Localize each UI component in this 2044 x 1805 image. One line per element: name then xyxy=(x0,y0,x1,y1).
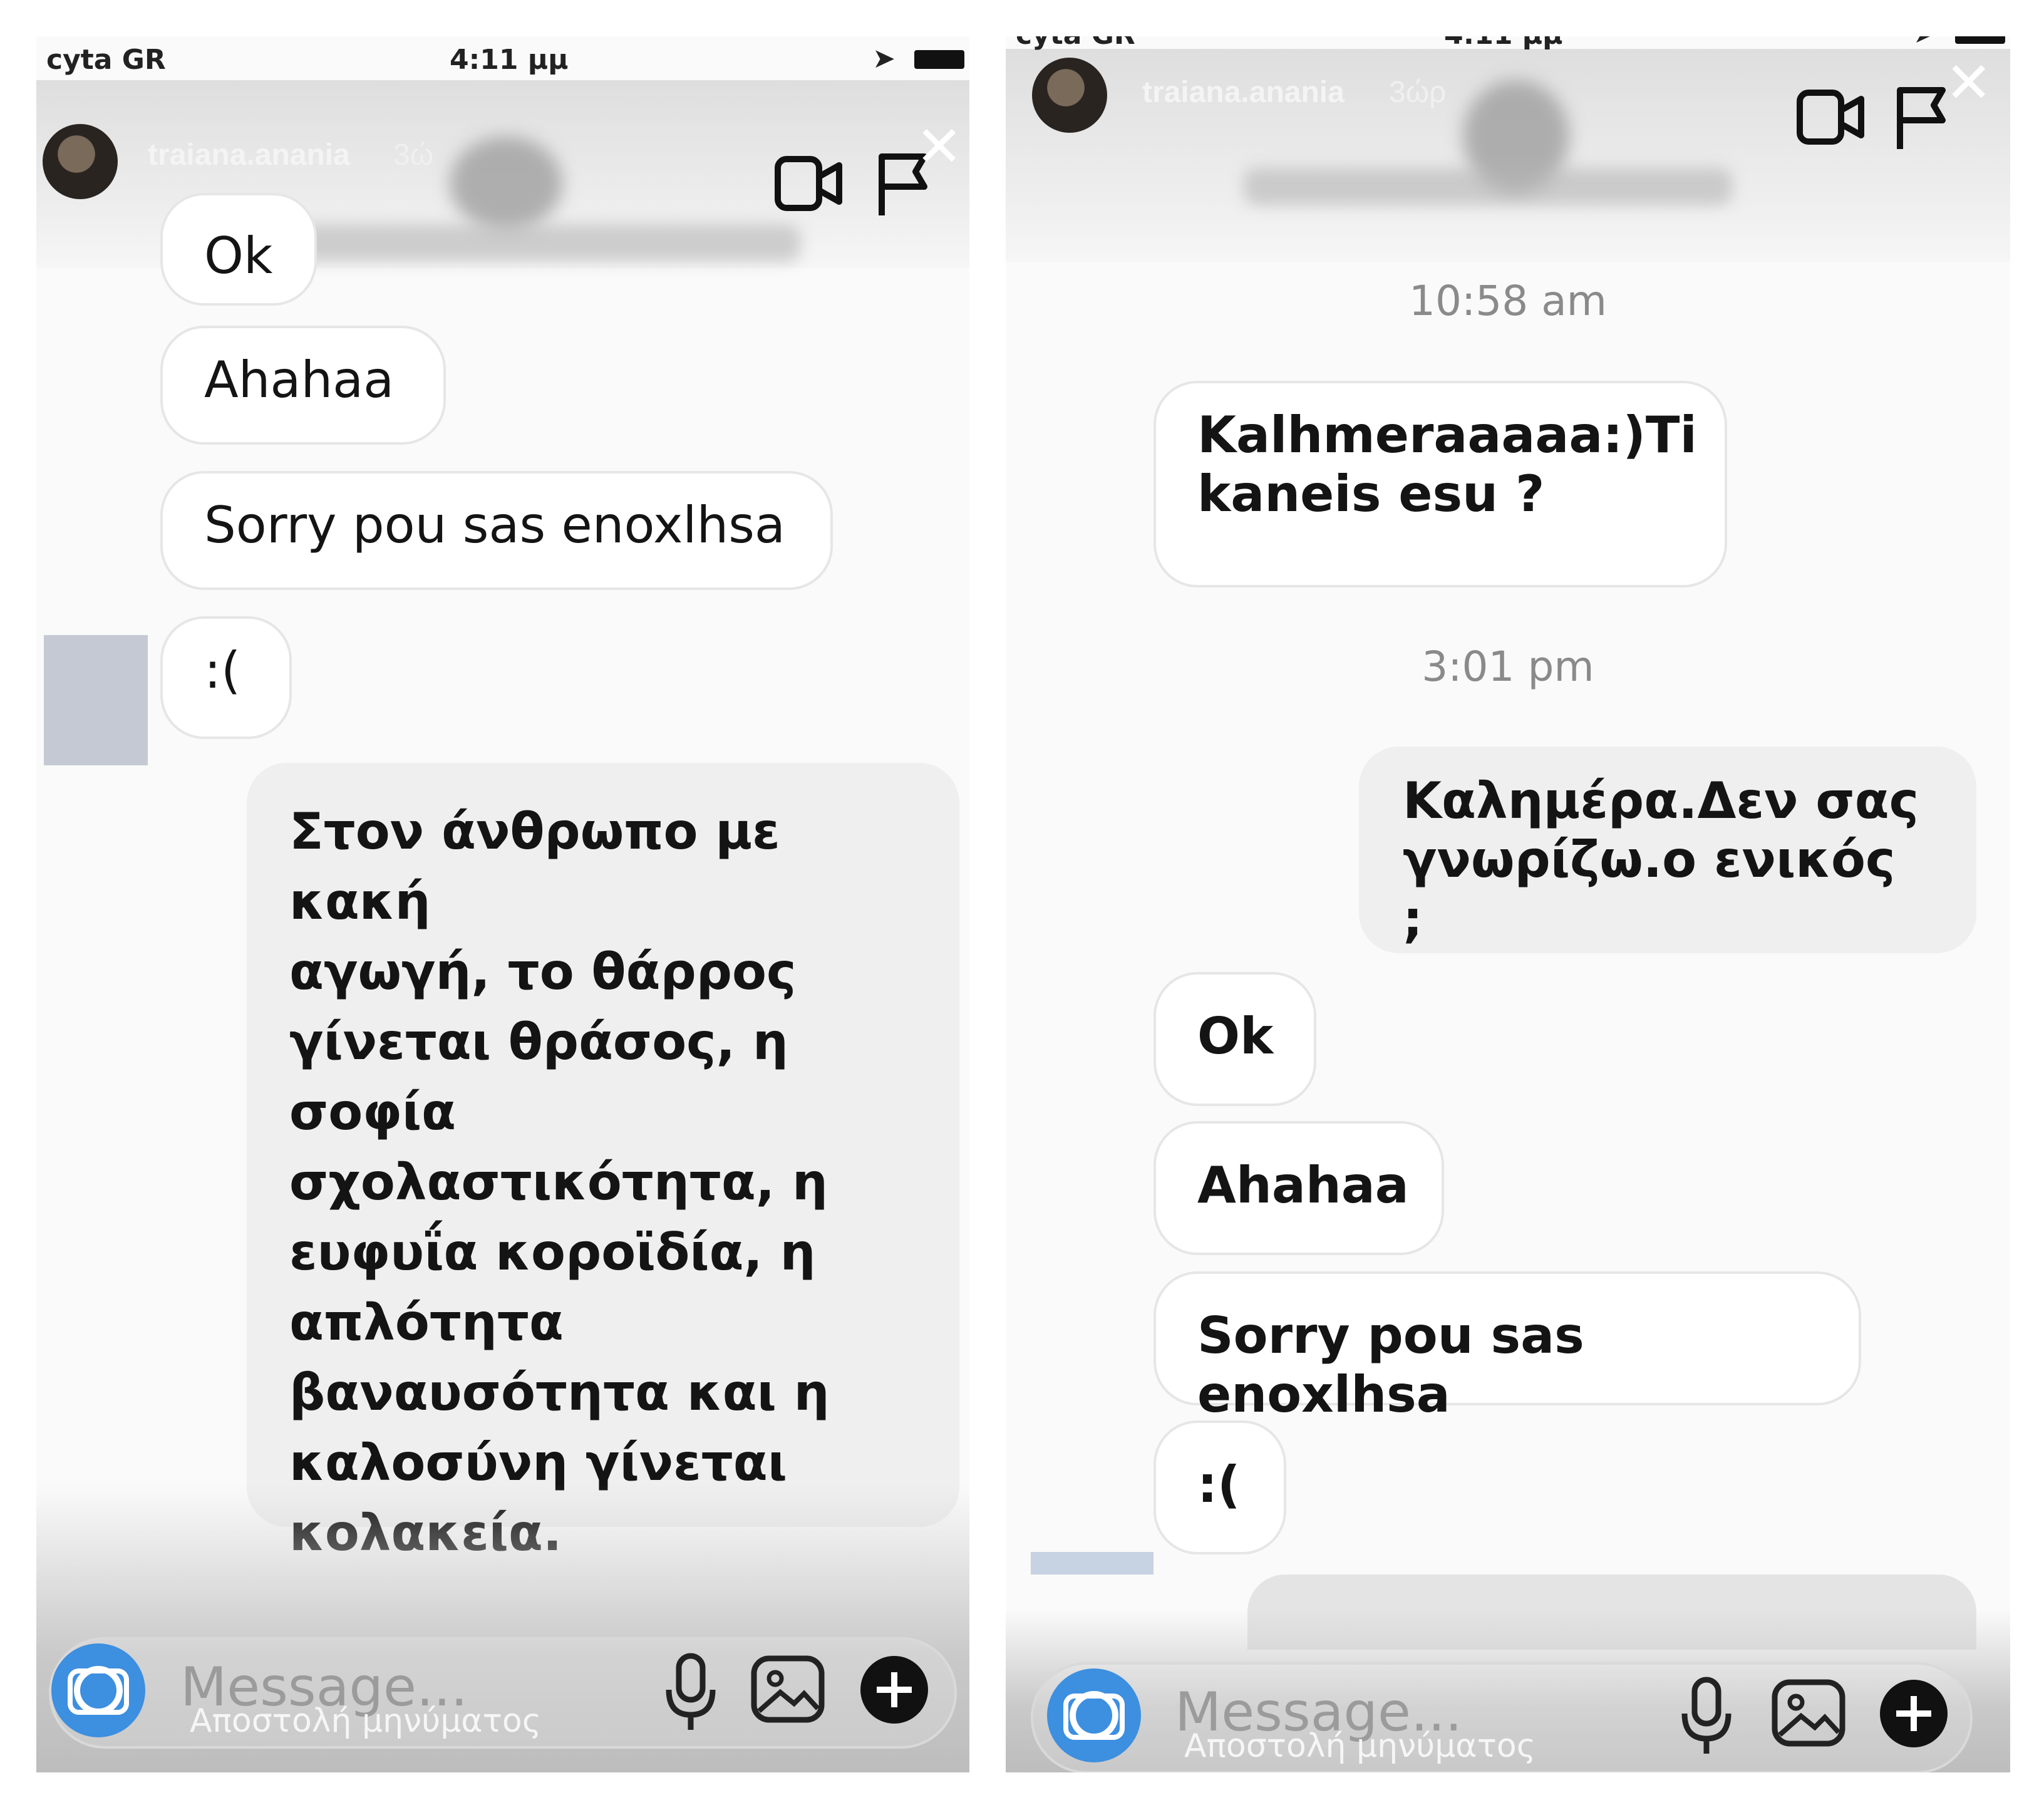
composer-subtitle: Αποστολή μηνύματος xyxy=(190,1702,542,1740)
close-icon[interactable]: ✕ xyxy=(1945,55,1992,111)
username[interactable]: traiana.anania xyxy=(1142,75,1345,110)
plus-icon[interactable] xyxy=(1877,1677,1950,1750)
battery-icon xyxy=(914,50,964,69)
right-screenshot: traiana.anania 3ώρ ✕ cyta GR 4:11 μμ ➤ 1… xyxy=(1006,36,2010,1772)
status-bar: cyta GR 4:11 μμ ➤ xyxy=(1006,36,2010,55)
flag-icon[interactable] xyxy=(1894,84,1950,153)
close-icon[interactable]: ✕ xyxy=(916,119,963,175)
blurred-avatar xyxy=(1031,1552,1154,1575)
left-screenshot: traiana.anania 3ώ ✕ cyta GR 4:11 μμ ➤ Ok… xyxy=(36,36,969,1772)
gallery-icon[interactable] xyxy=(750,1655,825,1724)
message-received[interactable]: Sorry pou sas enoxlhsa xyxy=(160,471,833,590)
blurred-area xyxy=(249,224,800,262)
camera-button[interactable] xyxy=(1047,1668,1141,1762)
blurred-area xyxy=(450,137,562,230)
time-ago: 3ώ xyxy=(393,138,434,172)
microphone-icon[interactable] xyxy=(663,1652,719,1734)
video-call-icon[interactable] xyxy=(774,155,843,212)
video-call-icon[interactable] xyxy=(1796,89,1865,145)
message-received[interactable]: :( xyxy=(1154,1420,1286,1554)
location-icon: ➤ xyxy=(1913,36,1936,49)
carrier-label: cyta GR xyxy=(1016,36,1135,51)
camera-icon xyxy=(68,1666,129,1715)
chat-header: traiana.anania 3ώρ ✕ xyxy=(1006,49,2010,262)
avatar[interactable] xyxy=(1032,58,1107,133)
message-sent[interactable]: Καλημέρα.Δεν σας γνωρίζω.ο ενικός ; xyxy=(1359,747,1976,953)
camera-icon xyxy=(1063,1691,1125,1740)
status-time: 4:11 μμ xyxy=(450,44,569,76)
plus-icon[interactable] xyxy=(858,1653,931,1726)
gallery-icon[interactable] xyxy=(1771,1678,1846,1747)
message-timestamp: 10:58 am xyxy=(1409,277,1607,325)
message-received[interactable]: :( xyxy=(160,616,292,739)
composer-subtitle: Αποστολή μηνύματος xyxy=(1184,1727,1536,1765)
battery-icon xyxy=(1955,36,2005,44)
username[interactable]: traiana.anania xyxy=(148,138,350,172)
message-received[interactable]: Ahahaa xyxy=(160,326,446,445)
message-received[interactable]: Ahahaa xyxy=(1154,1121,1444,1255)
message-received[interactable]: Ok xyxy=(1154,972,1316,1106)
avatar[interactable] xyxy=(43,124,118,199)
camera-button[interactable] xyxy=(51,1643,145,1737)
location-icon: ➤ xyxy=(872,43,896,75)
carrier-label: cyta GR xyxy=(46,44,166,76)
blurred-area xyxy=(1244,168,1732,205)
message-received[interactable]: Kalhmeraaaaa:)Ti kaneis esu ? xyxy=(1154,381,1727,587)
status-bar: cyta GR 4:11 μμ ➤ xyxy=(36,36,969,80)
status-time: 4:11 μμ xyxy=(1444,36,1563,51)
blurred-avatar xyxy=(44,635,148,765)
microphone-icon[interactable] xyxy=(1678,1676,1735,1757)
time-ago: 3ώρ xyxy=(1389,76,1447,109)
message-received[interactable]: Sorry pou sas enoxlhsa xyxy=(1154,1271,1861,1424)
message-received[interactable]: Ok xyxy=(160,193,317,306)
message-timestamp: 3:01 pm xyxy=(1422,643,1594,691)
message-sent[interactable]: Στον άνθρωπο με κακή αγωγή, το θάρρος γί… xyxy=(247,763,959,1562)
